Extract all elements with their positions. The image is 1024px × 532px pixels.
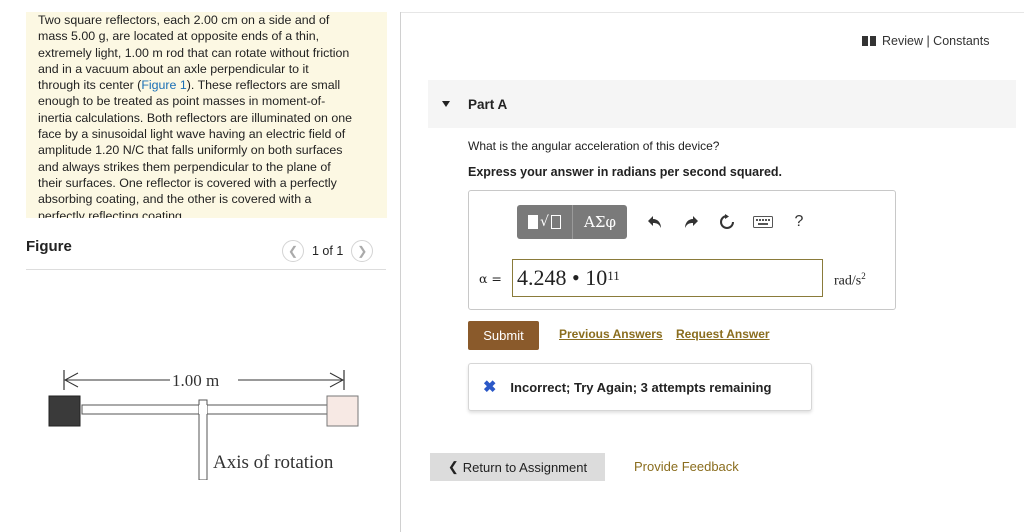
problem-text: Two square reflectors, each 2.00 cm on a… bbox=[38, 12, 379, 218]
panel-divider bbox=[400, 12, 401, 532]
redo-button[interactable] bbox=[673, 205, 709, 239]
problem-line: Two square reflectors, each 2.00 cm on a… bbox=[38, 13, 330, 27]
length-label: 1.00 m bbox=[172, 371, 219, 390]
problem-line: inertia calculations. Both reflectors ar… bbox=[38, 110, 353, 125]
problem-line: face by a sinusoidal light wave having a… bbox=[38, 127, 346, 142]
answer-variable: α = bbox=[479, 271, 502, 286]
units-exponent: 2 bbox=[861, 271, 866, 281]
feedback-message: ✖ Incorrect; Try Again; 3 attempts remai… bbox=[468, 363, 812, 411]
greek-symbols-button[interactable]: ΑΣφ bbox=[573, 205, 627, 239]
answer-exponent: 11 bbox=[607, 268, 620, 283]
figure-pager: ❮ 1 of 1 ❯ bbox=[282, 240, 374, 262]
problem-line: mass 5.00 g, are located at opposite end… bbox=[38, 29, 320, 44]
answer-mantissa: 4.248 • 10 bbox=[517, 265, 608, 290]
axle-joint bbox=[199, 405, 207, 414]
templates-button[interactable]: √ bbox=[517, 205, 573, 239]
figure-divider bbox=[26, 269, 386, 270]
mastering-physics-page: Two square reflectors, each 2.00 cm on a… bbox=[0, 0, 1024, 532]
help-button[interactable]: ? bbox=[781, 205, 817, 239]
answer-panel: √ ΑΣφ ? α = 4.248 • 10 11 rad/s2 bbox=[468, 190, 896, 310]
review-constants-link[interactable]: Review | Constants bbox=[862, 34, 989, 48]
units-base: rad/s bbox=[834, 273, 862, 289]
problem-line: ). These reflectors are small bbox=[186, 78, 341, 93]
absorbing-reflector bbox=[48, 395, 81, 427]
axis-label: Axis of rotation bbox=[213, 452, 334, 473]
reset-button[interactable] bbox=[709, 205, 745, 239]
figure-heading: Figure bbox=[26, 238, 72, 255]
answer-units: rad/s2 bbox=[834, 271, 866, 290]
problem-line: their surfaces. One reflector is covered… bbox=[38, 175, 337, 190]
chevron-left-icon: ❮ bbox=[447, 459, 459, 474]
request-answer-link[interactable]: Request Answer bbox=[676, 327, 770, 341]
rod-figure: 1.00 m Axis of rotation bbox=[48, 370, 359, 480]
return-to-assignment-button[interactable]: ❮ Return to Assignment bbox=[430, 453, 605, 481]
help-icon: ? bbox=[794, 213, 804, 230]
instruction-text: Express your answer in radians per secon… bbox=[468, 165, 783, 179]
book-icon bbox=[862, 36, 876, 46]
keyboard-button[interactable] bbox=[745, 205, 781, 239]
problem-line: amplitude 1.20 N/C that falls uniformly … bbox=[38, 143, 343, 158]
problem-line: and in a vacuum about an axle perpendicu… bbox=[38, 61, 309, 76]
part-a-header[interactable]: Part A bbox=[428, 80, 1016, 128]
problem-line: perfectly reflecting coating. bbox=[38, 208, 186, 218]
problem-line: enough to be treated as point masses in … bbox=[38, 94, 326, 109]
undo-icon bbox=[648, 216, 661, 228]
sqrt-icon: √ bbox=[540, 214, 549, 230]
reflecting-reflector bbox=[326, 395, 359, 427]
math-toolbar: √ ΑΣφ ? bbox=[517, 205, 817, 239]
incorrect-x-icon: ✖ bbox=[483, 379, 497, 396]
prev-figure-button[interactable]: ❮ bbox=[282, 240, 304, 262]
reset-icon bbox=[720, 214, 734, 229]
template-group: √ ΑΣφ bbox=[517, 205, 627, 239]
problem-line: extremely light, 1.00 m rod that can rot… bbox=[38, 45, 350, 60]
next-figure-button[interactable]: ❯ bbox=[351, 240, 374, 262]
previous-answers-link[interactable]: Previous Answers bbox=[559, 327, 663, 341]
figure-link[interactable]: Figure 1 bbox=[141, 78, 186, 92]
feedback-text: Incorrect; Try Again; 3 attempts remaini… bbox=[510, 379, 772, 395]
top-border bbox=[400, 12, 1024, 13]
answer-input[interactable]: 4.248 • 10 11 bbox=[512, 259, 823, 297]
redo-icon bbox=[685, 216, 698, 228]
problem-statement: Two square reflectors, each 2.00 cm on a… bbox=[26, 12, 387, 218]
figure-page-count: 1 of 1 bbox=[312, 244, 344, 258]
template-block-icon bbox=[528, 215, 539, 229]
template-box-icon bbox=[550, 215, 561, 229]
question-text: What is the angular acceleration of this… bbox=[468, 139, 720, 153]
part-title: Part A bbox=[468, 96, 508, 112]
provide-feedback-link[interactable]: Provide Feedback bbox=[634, 459, 739, 474]
return-label: Return to Assignment bbox=[462, 459, 588, 475]
problem-line: and always strikes them perpendicular to… bbox=[38, 159, 331, 174]
keyboard-icon bbox=[753, 216, 773, 228]
problem-line: absorbing coating, and the other is cove… bbox=[38, 192, 312, 207]
review-constants-label[interactable]: Review | Constants bbox=[882, 34, 989, 48]
problem-line: through its center ( bbox=[38, 78, 142, 93]
submit-button[interactable]: Submit bbox=[468, 321, 539, 350]
undo-button[interactable] bbox=[637, 205, 673, 239]
collapse-caret-icon[interactable] bbox=[442, 101, 450, 107]
